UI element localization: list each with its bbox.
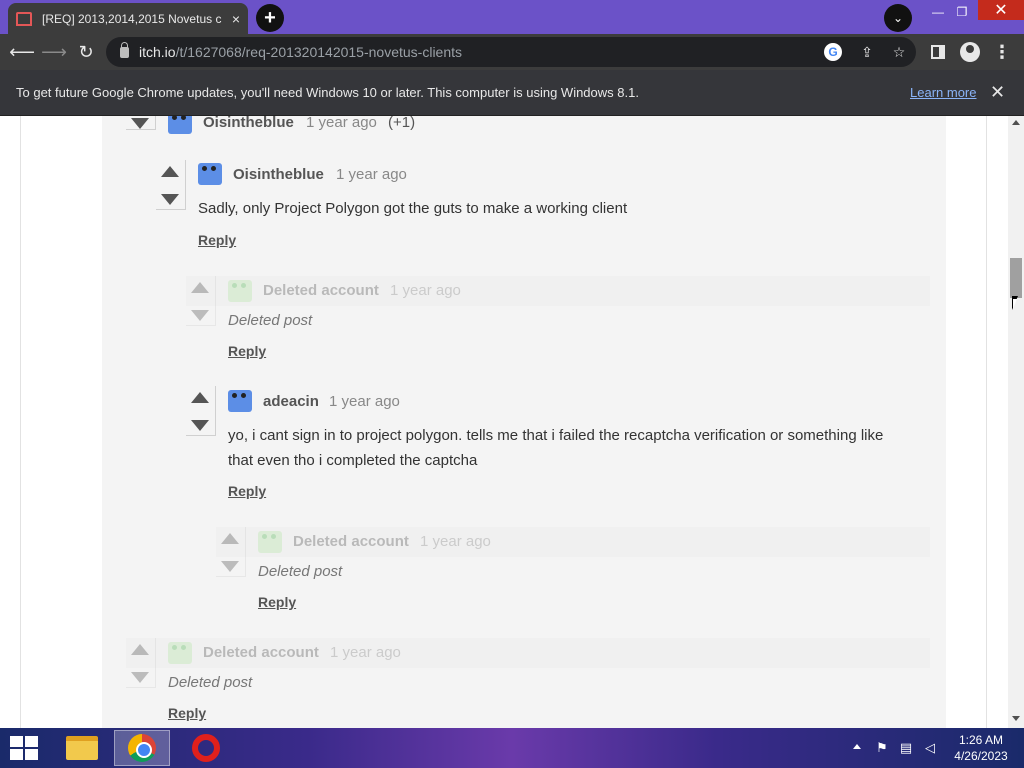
comment-author: Deleted account [203,644,319,661]
comment-time[interactable]: 1 year ago [420,533,491,550]
downvote-button[interactable] [221,561,239,572]
comment-time[interactable]: 1 year ago [329,393,400,410]
clock-time: 1:26 AM [958,733,1004,747]
downvote-button[interactable] [191,310,209,321]
windows-start-icon[interactable] [10,736,38,760]
url-path: /t/1627068/req-201320142015-novetus-clie… [175,44,463,60]
comment-body-line-1: yo, i cant sign in to project polygon. t… [228,427,884,444]
scroll-down-arrow-icon[interactable] [1012,716,1020,721]
update-infobar: To get future Google Chrome updates, you… [0,70,1024,116]
opera-taskbar-button[interactable] [178,730,234,766]
opera-icon [192,734,220,762]
comment-time[interactable]: 1 year ago [330,644,401,661]
vote-count: (+1) [388,116,416,131]
deleted-post-text: Deleted post [258,563,343,580]
share-icon[interactable]: ⇪ [858,43,876,61]
reply-link[interactable]: Reply [168,705,206,721]
downvote-button[interactable] [131,672,149,683]
tab-title: [REQ] 2013,2014,2015 Novetus c [42,11,222,26]
comment-author[interactable]: Oisintheblue [233,166,324,183]
page-border-left [20,116,21,728]
comment-body: Sadly, only Project Polygon got the guts… [198,200,628,217]
downvote-button[interactable] [191,420,209,431]
taskbar-clock[interactable]: 1:26 AM 4/26/2023 [950,732,1012,764]
comment-time[interactable]: 1 year ago [336,166,407,183]
mouse-cursor-fill [1013,299,1017,309]
tab-close-icon[interactable]: × [232,11,240,27]
avatar [168,642,192,664]
comment-body-line-2: that even tho i completed the captcha [228,452,478,469]
volume-muted-icon[interactable]: ◁ [922,740,938,756]
back-button[interactable]: ⟵ [6,36,38,68]
scroll-up-arrow-icon[interactable] [1012,120,1020,125]
tab-bar: [REQ] 2013,2014,2015 Novetus c × + ⌄ — ❐… [0,0,1024,34]
address-bar[interactable]: itch.io/t/1627068/req-201320142015-novet… [106,37,916,67]
browser-tab[interactable]: [REQ] 2013,2014,2015 Novetus c × [8,3,248,34]
tray-overflow-icon[interactable] [853,744,861,749]
vote-box [216,527,246,577]
vote-box [126,638,156,688]
reply-link[interactable]: Reply [228,483,266,499]
bookmark-star-icon[interactable]: ☆ [890,43,908,61]
window-close-button[interactable]: ✕ [978,0,1024,20]
vote-box [126,116,156,130]
maximize-button[interactable]: ❐ [946,0,978,24]
comment-author: Deleted account [293,533,409,550]
page-border-right [986,116,987,728]
chrome-taskbar-button[interactable] [114,730,170,766]
deleted-post-text: Deleted post [168,674,253,691]
upvote-button[interactable] [161,166,179,177]
chrome-icon [128,734,156,762]
url-host: itch.io [139,44,176,60]
profile-icon[interactable] [954,36,986,68]
avatar[interactable] [228,390,252,412]
upvote-button[interactable] [191,282,209,293]
downvote-button[interactable] [161,194,179,205]
vote-box [156,160,186,210]
upvote-button[interactable] [191,392,209,403]
network-icon[interactable]: ▤ [898,740,914,756]
avatar[interactable] [168,116,192,134]
google-lens-icon[interactable]: G [824,43,842,61]
learn-more-link[interactable]: Learn more [910,85,976,100]
comment-author[interactable]: Oisintheblue [203,116,294,131]
itchio-favicon-icon [16,11,32,26]
clock-date: 4/26/2023 [954,749,1008,763]
avatar[interactable] [198,163,222,185]
forward-button[interactable]: ⟶ [38,36,70,68]
page-scrollbar[interactable] [1008,116,1024,728]
page-content: Oisintheblue 1 year ago (+1) Oisintheblu… [0,116,1008,728]
avatar [228,280,252,302]
tab-search-button[interactable]: ⌄ [884,4,912,32]
folder-icon [66,736,98,760]
comment-author[interactable]: adeacin [263,393,319,410]
reply-link[interactable]: Reply [258,594,296,610]
chrome-menu-icon[interactable]: ⋮ [986,36,1018,68]
scroll-thumb[interactable] [1010,258,1022,298]
windows-taskbar: ⚑ ▤ ◁ 1:26 AM 4/26/2023 [0,728,1024,768]
upvote-button[interactable] [221,533,239,544]
downvote-button[interactable] [131,118,149,129]
browser-toolbar: ⟵ ⟶ ↻ itch.io/t/1627068/req-201320142015… [0,34,1024,70]
lock-icon[interactable] [120,41,129,58]
infobar-message: To get future Google Chrome updates, you… [16,85,639,100]
side-panel-icon[interactable] [922,36,954,68]
vote-box [186,386,216,436]
comment-author: Deleted account [263,282,379,299]
deleted-post-text: Deleted post [228,312,313,329]
file-explorer-button[interactable] [54,730,110,766]
avatar [258,531,282,553]
new-tab-button[interactable]: + [256,4,284,32]
infobar-close-icon[interactable]: ✕ [990,82,1005,103]
reload-button[interactable]: ↻ [70,36,102,68]
vote-box [186,276,216,326]
comment-time[interactable]: 1 year ago [306,116,377,131]
action-center-flag-icon[interactable]: ⚑ [874,740,890,756]
reply-link[interactable]: Reply [228,343,266,359]
reply-link[interactable]: Reply [198,232,236,248]
comment-time[interactable]: 1 year ago [390,282,461,299]
upvote-button[interactable] [131,644,149,655]
